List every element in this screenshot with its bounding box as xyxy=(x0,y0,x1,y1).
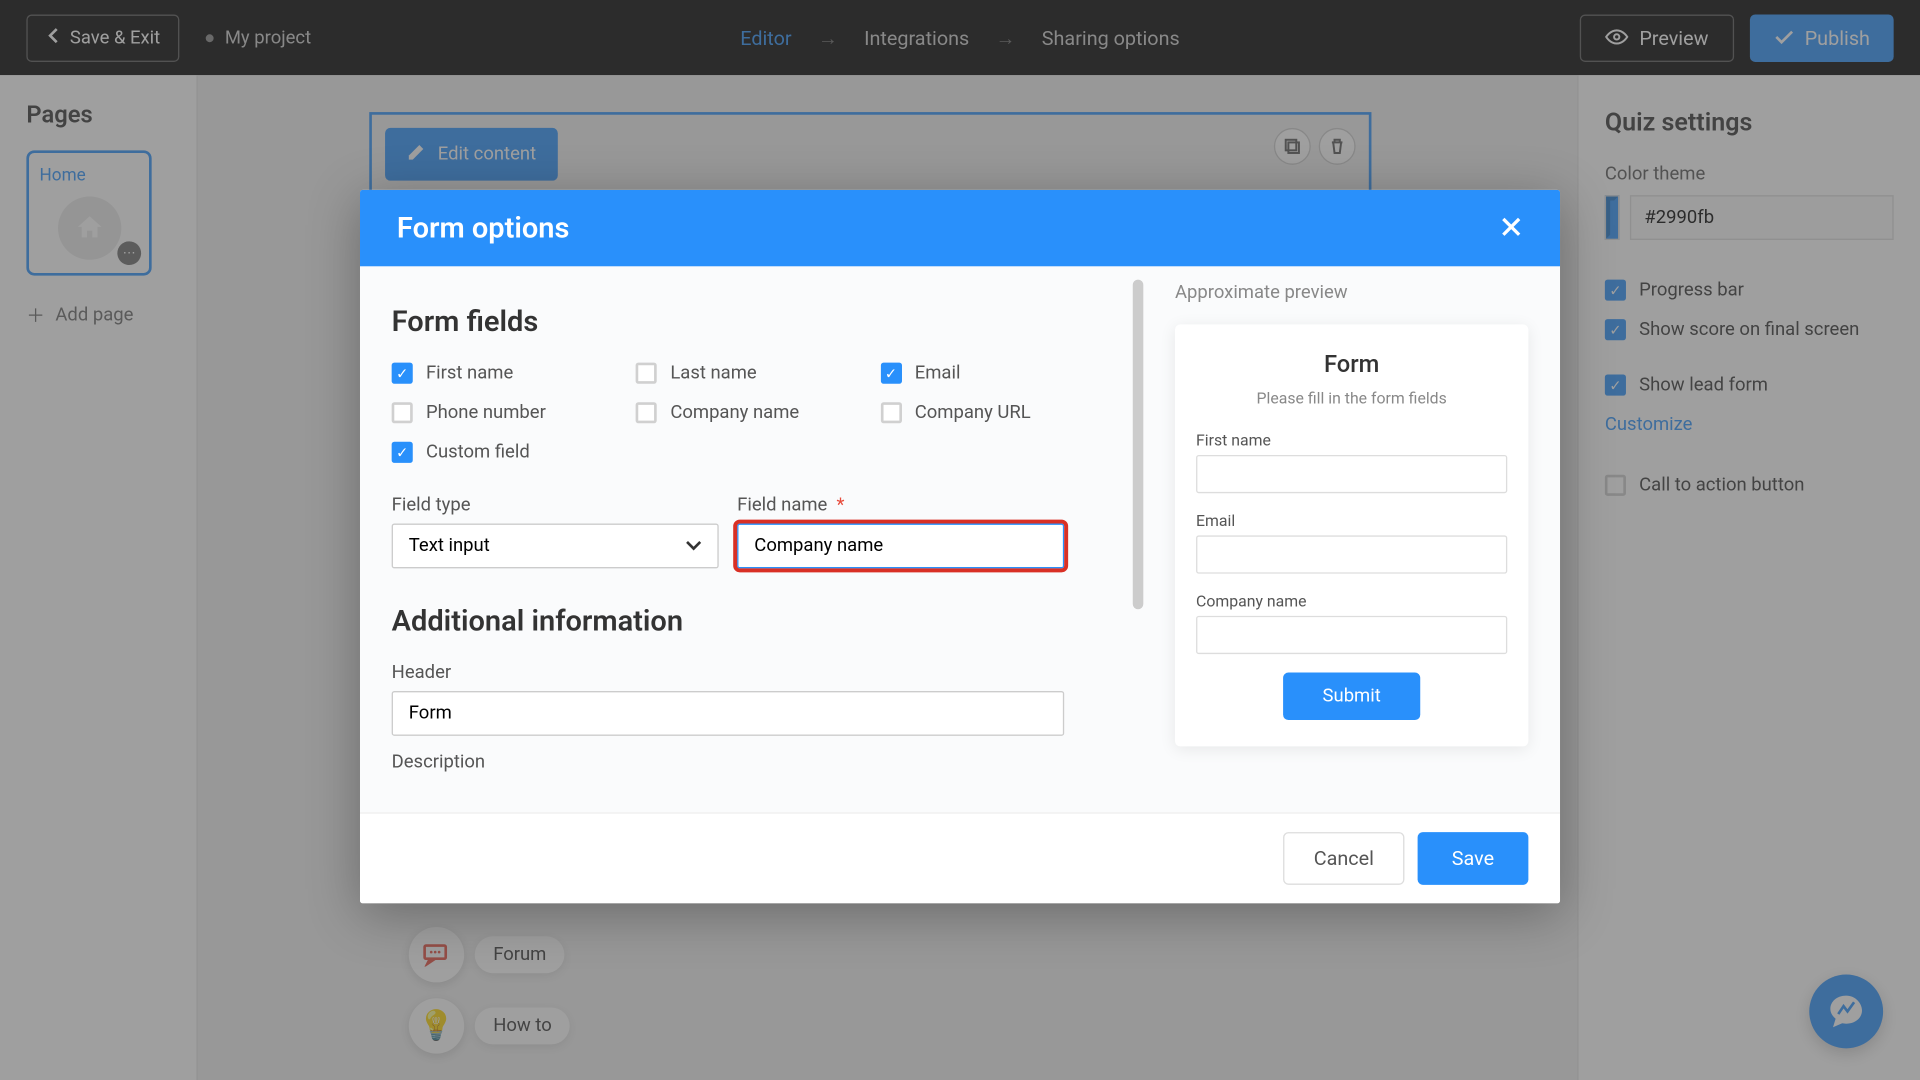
field-label: Company URL xyxy=(915,402,1031,423)
checkbox-icon xyxy=(636,402,657,423)
required-star-icon: * xyxy=(837,495,845,516)
checkbox-last-name[interactable]: Last name xyxy=(636,363,867,384)
checkbox-icon xyxy=(880,402,901,423)
preview-input xyxy=(1196,455,1507,493)
close-button[interactable] xyxy=(1499,208,1523,248)
preview-field-label: First name xyxy=(1196,431,1507,449)
save-button[interactable]: Save xyxy=(1417,832,1528,885)
field-label: Company name xyxy=(670,402,799,423)
checkbox-company-name[interactable]: Company name xyxy=(636,402,867,423)
preview-field-first-name: First name xyxy=(1196,431,1507,493)
checkbox-custom-field[interactable]: ✓ Custom field xyxy=(392,442,623,463)
cancel-button[interactable]: Cancel xyxy=(1283,832,1404,885)
checkbox-icon xyxy=(636,363,657,384)
checkbox-company-url[interactable]: Company URL xyxy=(880,402,1111,423)
modal-footer: Cancel Save xyxy=(360,812,1560,903)
checkbox-first-name[interactable]: ✓ First name xyxy=(392,363,623,384)
field-name-input[interactable] xyxy=(737,524,1064,569)
chevron-down-icon xyxy=(686,535,702,556)
form-options-modal: Form options Form fields ✓ First name Las… xyxy=(360,190,1560,903)
modal-scroll-area[interactable]: Form fields ✓ First name Last name ✓ Email… xyxy=(360,266,1143,812)
modal-title: Form options xyxy=(397,212,569,245)
description-label: Description xyxy=(392,752,1112,773)
checkbox-icon xyxy=(392,402,413,423)
preview-label: Approximate preview xyxy=(1175,282,1528,303)
preview-submit-button: Submit xyxy=(1283,673,1420,720)
field-type-label: Field type xyxy=(392,495,719,516)
preview-field-email: Email xyxy=(1196,512,1507,574)
preview-input xyxy=(1196,616,1507,654)
field-name-label: Field name * xyxy=(737,495,1064,516)
preview-subtitle: Please fill in the form fields xyxy=(1196,389,1507,407)
field-type-select[interactable]: Text input xyxy=(392,524,719,569)
preview-field-label: Email xyxy=(1196,512,1507,530)
preview-field-company: Company name xyxy=(1196,592,1507,654)
field-label: Last name xyxy=(670,363,756,384)
field-label: Phone number xyxy=(426,402,546,423)
preview-input xyxy=(1196,535,1507,573)
field-label: Custom field xyxy=(426,442,530,463)
field-label: First name xyxy=(426,363,513,384)
modal-header: Form options xyxy=(360,190,1560,266)
header-input[interactable] xyxy=(392,691,1065,736)
field-label: Email xyxy=(915,363,961,384)
scrollbar[interactable] xyxy=(1133,280,1144,610)
checkbox-icon: ✓ xyxy=(880,363,901,384)
header-label: Header xyxy=(392,662,1112,683)
checkbox-icon: ✓ xyxy=(392,363,413,384)
preview-title: Form xyxy=(1196,351,1507,379)
checkbox-phone[interactable]: Phone number xyxy=(392,402,623,423)
preview-card: Form Please fill in the form fields Firs… xyxy=(1175,324,1528,746)
field-type-value: Text input xyxy=(409,535,490,556)
checkbox-email[interactable]: ✓ Email xyxy=(880,363,1111,384)
additional-info-heading: Additional information xyxy=(392,605,1112,638)
form-fields-heading: Form fields xyxy=(392,306,1112,339)
checkbox-icon: ✓ xyxy=(392,442,413,463)
preview-field-label: Company name xyxy=(1196,592,1507,610)
close-icon xyxy=(1499,208,1523,248)
